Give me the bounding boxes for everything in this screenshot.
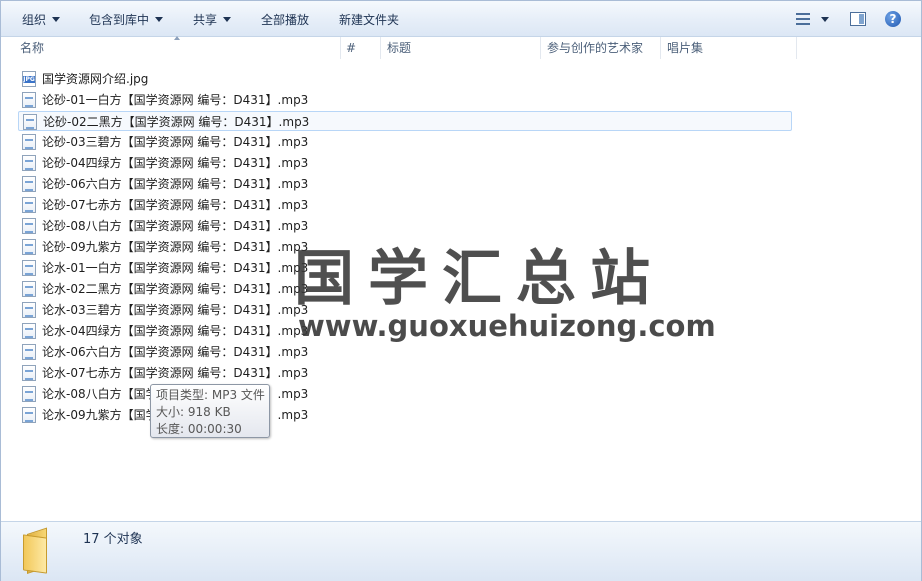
file-name: 论砂-01一白方【国学资源网 编号：D431】.mp3 — [42, 93, 309, 107]
file-name: 论水-01一白方【国学资源网 编号：D431】.mp3 — [42, 261, 309, 275]
file-name: 论砂-06六白方【国学资源网 编号：D431】.mp3 — [42, 177, 309, 191]
mp3-file-icon — [22, 407, 36, 423]
jpg-file-icon — [22, 71, 36, 87]
organize-label: 组织 — [22, 13, 47, 27]
mp3-file-icon — [22, 386, 36, 402]
new-folder-button[interactable]: 新建文件夹 — [339, 11, 399, 29]
item-count: 17 个对象 — [83, 532, 143, 547]
file-name: 论砂-04四绿方【国学资源网 编号：D431】.mp3 — [42, 156, 309, 170]
column-separator[interactable] — [340, 37, 341, 59]
file-name: 论砂-09九紫方【国学资源网 编号：D431】.mp3 — [42, 240, 309, 254]
tooltip-size: 大小: 918 KB — [156, 405, 231, 419]
mp3-file-icon — [23, 114, 37, 130]
column-separator[interactable] — [660, 37, 661, 59]
chevron-down-icon — [52, 17, 61, 22]
share-label: 共享 — [193, 13, 218, 27]
mp3-file-icon — [22, 344, 36, 360]
mp3-file-icon — [22, 302, 36, 318]
chevron-down-icon — [223, 17, 232, 22]
column-separator[interactable] — [796, 37, 797, 59]
file-name: 论水-06六白方【国学资源网 编号：D431】.mp3 — [42, 345, 309, 359]
mp3-file-icon — [22, 134, 36, 150]
watermark-url: www.guoxuehuizong.com — [298, 309, 716, 343]
preview-pane-icon[interactable] — [850, 12, 866, 26]
mp3-file-icon — [22, 281, 36, 297]
list-item[interactable]: 论砂-01一白方【国学资源网 编号：D431】.mp3 — [18, 90, 792, 110]
watermark-title: 国学汇总站 — [294, 244, 664, 314]
list-item[interactable]: 论水-09九紫方【国学资源网 编号：D431】.mp3 — [18, 405, 792, 425]
file-name: 论水-02二黑方【国学资源网 编号：D431】.mp3 — [42, 282, 309, 296]
file-name: 论砂-03三碧方【国学资源网 编号：D431】.mp3 — [42, 135, 309, 149]
list-item[interactable]: 论水-06六白方【国学资源网 编号：D431】.mp3 — [18, 342, 792, 362]
include-library-label: 包含到库中 — [89, 13, 150, 27]
list-item[interactable]: 论水-08八白方【国学资源网 编号：D431】.mp3 — [18, 384, 792, 404]
mp3-file-icon — [22, 155, 36, 171]
file-name: 论水-03三碧方【国学资源网 编号：D431】.mp3 — [42, 303, 309, 317]
mp3-file-icon — [22, 239, 36, 255]
list-item[interactable]: 论砂-04四绿方【国学资源网 编号：D431】.mp3 — [18, 153, 792, 173]
tooltip-type: 项目类型: MP3 文件 — [156, 388, 265, 402]
column-number[interactable]: # — [346, 37, 356, 59]
file-name: 国学资源网介绍.jpg — [42, 72, 149, 86]
column-name[interactable]: 名称 — [20, 37, 44, 59]
mp3-file-icon — [22, 260, 36, 276]
file-info-tooltip: 项目类型: MP3 文件 大小: 918 KB 长度: 00:00:30 — [150, 384, 270, 438]
column-separator[interactable] — [380, 37, 381, 59]
list-item[interactable]: 国学资源网介绍.jpg — [18, 69, 792, 89]
sort-ascending-icon — [174, 36, 180, 40]
mp3-file-icon — [22, 365, 36, 381]
file-name: 论水-04四绿方【国学资源网 编号：D431】.mp3 — [42, 324, 309, 338]
column-artists[interactable]: 参与创作的艺术家 — [547, 37, 643, 59]
list-item[interactable]: 论砂-07七赤方【国学资源网 编号：D431】.mp3 — [18, 195, 792, 215]
list-item[interactable]: 论砂-03三碧方【国学资源网 编号：D431】.mp3 — [18, 132, 792, 152]
column-title[interactable]: 标题 — [387, 37, 411, 59]
include-library-button[interactable]: 包含到库中 — [89, 11, 164, 29]
list-item[interactable]: 论砂-06六白方【国学资源网 编号：D431】.mp3 — [18, 174, 792, 194]
file-name: 论砂-08八白方【国学资源网 编号：D431】.mp3 — [42, 219, 309, 233]
chevron-down-icon — [155, 17, 164, 22]
mp3-file-icon — [22, 92, 36, 108]
file-name: 论砂-02二黑方【国学资源网 编号：D431】.mp3 — [43, 115, 310, 129]
list-item-selected[interactable]: 论砂-02二黑方【国学资源网 编号：D431】.mp3 — [18, 111, 792, 131]
mp3-file-icon — [22, 218, 36, 234]
command-bar: 组织 包含到库中 共享 全部播放 新建文件夹 ? — [1, 1, 921, 37]
file-name: 论水-07七赤方【国学资源网 编号：D431】.mp3 — [42, 366, 309, 380]
play-all-button[interactable]: 全部播放 — [261, 11, 309, 29]
file-name: 论砂-07七赤方【国学资源网 编号：D431】.mp3 — [42, 198, 309, 212]
list-item[interactable]: 论水-07七赤方【国学资源网 编号：D431】.mp3 — [18, 363, 792, 383]
column-separator[interactable] — [540, 37, 541, 59]
view-options-icon[interactable] — [796, 13, 810, 25]
mp3-file-icon — [22, 197, 36, 213]
share-button[interactable]: 共享 — [193, 11, 232, 29]
column-album[interactable]: 唱片集 — [667, 37, 703, 59]
view-options-dropdown[interactable] — [821, 17, 829, 22]
mp3-file-icon — [22, 176, 36, 192]
organize-button[interactable]: 组织 — [22, 11, 61, 29]
help-icon[interactable]: ? — [885, 11, 901, 27]
column-header: 名称 # 标题 参与创作的艺术家 唱片集 — [1, 36, 921, 59]
folder-icon — [23, 527, 57, 574]
details-pane: 17 个对象 — [1, 521, 921, 581]
mp3-file-icon — [22, 323, 36, 339]
tooltip-length: 长度: 00:00:30 — [156, 422, 242, 436]
